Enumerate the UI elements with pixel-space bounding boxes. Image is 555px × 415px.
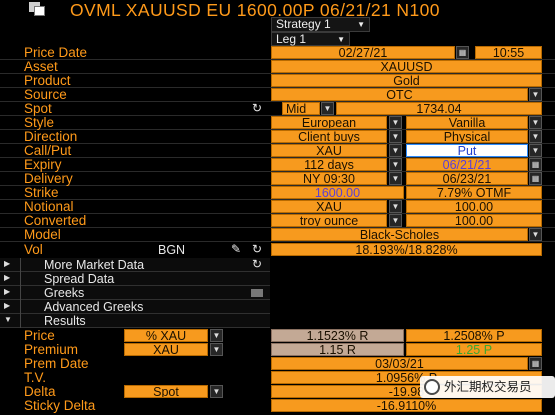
delivery-cut-field[interactable]: NY 09:30 — [271, 172, 387, 185]
section-spread-data[interactable]: ▶ Spread Data — [0, 272, 270, 286]
direction-field[interactable]: Client buys — [271, 130, 387, 143]
premium-unit-dropdown[interactable]: ▼ — [210, 343, 223, 356]
expand-arrow-icon: ▶ — [4, 301, 11, 310]
delta-unit-field[interactable]: Spot — [124, 385, 208, 398]
expand-arrow-icon: ▶ — [4, 273, 11, 282]
window-icon[interactable] — [29, 2, 46, 17]
refresh-icon[interactable]: ↻ — [252, 243, 262, 256]
grid-icon[interactable] — [251, 289, 263, 297]
expiry-tenor-field[interactable]: 112 days — [271, 158, 387, 171]
product-field[interactable]: Gold — [271, 74, 542, 87]
premium-pay-field: 1.25 P — [406, 343, 542, 356]
direction-label: Direction — [24, 129, 78, 144]
prem-date-label: Prem Date — [24, 356, 89, 371]
price-time-field[interactable]: 10:55 — [475, 46, 542, 59]
source-label: Source — [24, 87, 67, 102]
price-unit-dropdown[interactable]: ▼ — [210, 329, 223, 342]
price-unit-field[interactable]: % XAU — [124, 329, 208, 342]
notional-amount-field[interactable]: 100.00 — [406, 200, 542, 213]
direction-dropdown[interactable]: ▼ — [389, 130, 402, 143]
converted-unit-dropdown[interactable]: ▼ — [389, 214, 402, 227]
calendar-icon[interactable]: ▦ — [456, 46, 469, 59]
source-dropdown[interactable]: ▼ — [529, 88, 542, 101]
refresh-icon[interactable]: ↻ — [252, 258, 262, 271]
asset-label: Asset — [24, 59, 58, 74]
calendar-icon[interactable]: ▦ — [529, 357, 542, 370]
wechat-icon — [424, 379, 440, 395]
refresh-icon[interactable]: ↻ — [252, 102, 262, 115]
calendar-icon[interactable]: ▦ — [529, 172, 542, 185]
spot-mode-dropdown[interactable]: ▼ — [321, 102, 334, 115]
callput-currency-field[interactable]: XAU — [271, 144, 387, 157]
leg-select[interactable]: Leg 1 ▼ — [271, 32, 350, 46]
premium-unit-field[interactable]: XAU — [124, 343, 208, 356]
section-results[interactable]: ▼ Results — [0, 314, 270, 328]
delivery-cut-dropdown[interactable]: ▼ — [389, 172, 402, 185]
vol-source[interactable]: BGN — [158, 243, 185, 257]
strike-field[interactable]: 1600.00 — [271, 186, 404, 199]
model-field[interactable]: Black-Scholes — [271, 228, 528, 241]
delivery-label: Delivery — [24, 171, 73, 186]
callput-label: Call/Put — [24, 143, 72, 158]
settlement-dropdown[interactable]: ▼ — [529, 130, 542, 143]
price-date-field[interactable]: 02/27/21 — [271, 46, 455, 59]
vol-field[interactable]: 18.193%/18.828% — [271, 243, 542, 256]
chevron-down-icon: ▼ — [357, 20, 365, 29]
section-more-market-data[interactable]: ▶ More Market Data ↻ — [0, 258, 270, 272]
callput-dropdown[interactable]: ▼ — [529, 144, 542, 157]
vol-label: Vol — [24, 242, 43, 257]
price-label: Price — [24, 328, 55, 343]
settlement-field[interactable]: Physical — [406, 130, 528, 143]
notional-label: Notional — [24, 199, 74, 214]
style-label: Style — [24, 115, 55, 130]
section-greeks[interactable]: ▶ Greeks — [0, 286, 270, 300]
spot-mode-field[interactable]: Mid — [282, 102, 320, 115]
converted-label: Converted — [24, 213, 87, 228]
sticky-delta-field: -16.9110% — [271, 399, 542, 412]
price-receive-field: 1.1523% R — [271, 329, 404, 343]
model-label: Model — [24, 227, 61, 242]
style-exercise-dropdown[interactable]: ▼ — [389, 116, 402, 129]
tv-label: T.V. — [24, 370, 47, 385]
chevron-down-icon: ▼ — [337, 35, 345, 44]
watermark: 外汇期权交易员 — [420, 376, 555, 398]
prem-date-field[interactable]: 03/03/21 — [271, 357, 528, 370]
delta-unit-dropdown[interactable]: ▼ — [210, 385, 223, 398]
expand-arrow-icon: ▶ — [4, 287, 11, 296]
converted-amount-field[interactable]: 100.00 — [406, 214, 542, 227]
notional-currency-field[interactable]: XAU — [271, 200, 387, 213]
style-exercise-field[interactable]: European — [271, 116, 387, 129]
expiry-date-field[interactable]: 06/21/21 — [406, 158, 528, 171]
expiry-label: Expiry — [24, 157, 62, 172]
premium-receive-field: 1.15 R — [271, 343, 404, 357]
asset-field[interactable]: XAUUSD — [271, 60, 542, 73]
premium-label: Premium — [24, 342, 79, 357]
callput-currency-dropdown[interactable]: ▼ — [389, 144, 402, 157]
notional-currency-dropdown[interactable]: ▼ — [389, 200, 402, 213]
source-field[interactable]: OTC — [271, 88, 528, 101]
callput-field[interactable]: Put — [406, 144, 528, 157]
strategy-select[interactable]: Strategy 1 ▼ — [271, 17, 370, 32]
calendar-icon[interactable]: ▦ — [529, 158, 542, 171]
expiry-tenor-dropdown[interactable]: ▼ — [389, 158, 402, 171]
pencil-icon[interactable]: ✎ — [231, 243, 241, 256]
strike-moneyness-field[interactable]: 7.79% OTMF — [406, 186, 542, 199]
model-dropdown[interactable]: ▼ — [529, 228, 542, 241]
spot-label: Spot — [24, 101, 52, 116]
product-label: Product — [24, 73, 71, 88]
spot-value-field[interactable]: 1734.04 — [336, 102, 542, 115]
price-date-label: Price Date — [24, 45, 88, 60]
collapse-arrow-icon: ▼ — [4, 315, 12, 324]
delta-label: Delta — [24, 384, 56, 399]
section-advanced-greeks[interactable]: ▶ Advanced Greeks — [0, 300, 270, 314]
style-type-field[interactable]: Vanilla — [406, 116, 528, 129]
title-text: OVML XAUUSD EU 1600.00P 06/21/21 N100 — [70, 0, 440, 20]
strike-label: Strike — [24, 185, 59, 200]
style-type-dropdown[interactable]: ▼ — [529, 116, 542, 129]
expand-arrow-icon: ▶ — [4, 259, 11, 268]
delivery-date-field[interactable]: 06/23/21 — [406, 172, 528, 185]
converted-unit-field[interactable]: troy ounce — [271, 214, 387, 227]
sticky-delta-label: Sticky Delta — [24, 398, 96, 413]
price-pay-field: 1.2508% P — [406, 329, 542, 342]
